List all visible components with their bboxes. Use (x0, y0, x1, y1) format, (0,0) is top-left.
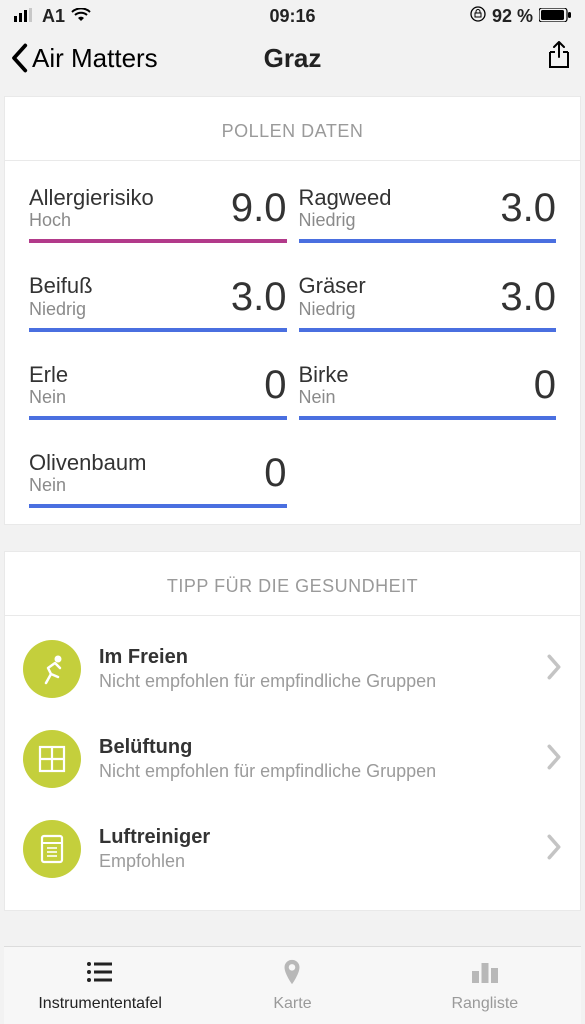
share-icon (545, 41, 573, 71)
pollen-level: Hoch (29, 210, 154, 231)
pollen-item: Ragweed Niedrig 3.0 (293, 161, 563, 249)
runner-icon (23, 640, 81, 698)
tip-title: Im Freien (99, 646, 528, 669)
tab-icon (470, 958, 500, 991)
tab-label: Karte (273, 995, 311, 1013)
tip-subtitle: Nicht empfohlen für empfindliche Gruppen (99, 761, 528, 782)
tip-item[interactable]: Luftreiniger Empfohlen (19, 804, 566, 894)
tab-label: Instrumententafel (38, 995, 162, 1013)
pollen-item: Beifuß Niedrig 3.0 (23, 249, 293, 337)
pollen-value: 3.0 (231, 275, 287, 320)
tips-section-header: TIPP FÜR DIE GESUNDHEIT (5, 552, 580, 616)
tab-rangliste[interactable]: Rangliste (389, 947, 581, 1024)
back-button[interactable]: Air Matters (8, 43, 158, 74)
pollen-item: Erle Nein 0 (23, 338, 293, 426)
pollen-level: Niedrig (29, 299, 93, 320)
pollen-value: 3.0 (500, 275, 556, 320)
pollen-value: 3.0 (500, 186, 556, 231)
tab-icon (277, 958, 307, 991)
pollen-value: 0 (534, 363, 556, 408)
window-icon (23, 730, 81, 788)
back-label: Air Matters (32, 43, 158, 74)
chevron-right-icon (546, 654, 562, 685)
carrier-label: A1 (42, 6, 65, 27)
tip-item[interactable]: Belüftung Nicht empfohlen für empfindlic… (19, 714, 566, 804)
pollen-name: Birke (299, 362, 349, 387)
orientation-lock-icon (470, 6, 486, 27)
tab-karte[interactable]: Karte (196, 947, 388, 1024)
pollen-level: Nein (29, 475, 146, 496)
battery-percent: 92 % (492, 6, 533, 27)
pollen-level: Niedrig (299, 210, 392, 231)
tip-item[interactable]: Im Freien Nicht empfohlen für empfindlic… (19, 624, 566, 714)
tip-title: Luftreiniger (99, 826, 528, 849)
pollen-name: Olivenbaum (29, 450, 146, 475)
status-bar: A1 09:16 92 % (0, 0, 585, 32)
tip-subtitle: Nicht empfohlen für empfindliche Gruppen (99, 671, 528, 692)
pollen-name: Erle (29, 362, 68, 387)
tip-title: Belüftung (99, 736, 528, 759)
pollen-name: Gräser (299, 273, 366, 298)
wifi-icon (71, 6, 91, 27)
pollen-level: Nein (29, 387, 68, 408)
tab-bar: Instrumententafel Karte Rangliste (4, 946, 581, 1024)
tab-label: Rangliste (451, 995, 518, 1013)
page-title: Graz (264, 43, 322, 74)
signal-icon (14, 6, 36, 27)
pollen-item: Allergierisiko Hoch 9.0 (23, 161, 293, 249)
pollen-name: Ragweed (299, 185, 392, 210)
pollen-level: Niedrig (299, 299, 366, 320)
pollen-name: Beifuß (29, 273, 93, 298)
statusbar-time: 09:16 (269, 6, 315, 27)
pollen-section-header: POLLEN DATEN (5, 97, 580, 161)
tab-instrumententafel[interactable]: Instrumententafel (4, 947, 196, 1024)
chevron-right-icon (546, 744, 562, 775)
pollen-item: Gräser Niedrig 3.0 (293, 249, 563, 337)
pollen-card: POLLEN DATEN Allergierisiko Hoch 9.0 Rag… (4, 96, 581, 525)
pollen-level: Nein (299, 387, 349, 408)
tips-card: TIPP FÜR DIE GESUNDHEIT Im Freien Nicht … (4, 551, 581, 911)
battery-icon (539, 6, 571, 27)
purifier-icon (23, 820, 81, 878)
pollen-value: 0 (264, 363, 286, 408)
tab-icon (85, 958, 115, 991)
chevron-left-icon (8, 43, 30, 73)
pollen-item: Olivenbaum Nein 0 (23, 426, 293, 514)
nav-bar: Air Matters Graz (0, 32, 585, 90)
pollen-name: Allergierisiko (29, 185, 154, 210)
chevron-right-icon (546, 834, 562, 865)
pollen-value: 9.0 (231, 186, 287, 231)
tip-subtitle: Empfohlen (99, 851, 528, 872)
share-button[interactable] (545, 41, 573, 76)
pollen-item: Birke Nein 0 (293, 338, 563, 426)
pollen-value: 0 (264, 451, 286, 496)
